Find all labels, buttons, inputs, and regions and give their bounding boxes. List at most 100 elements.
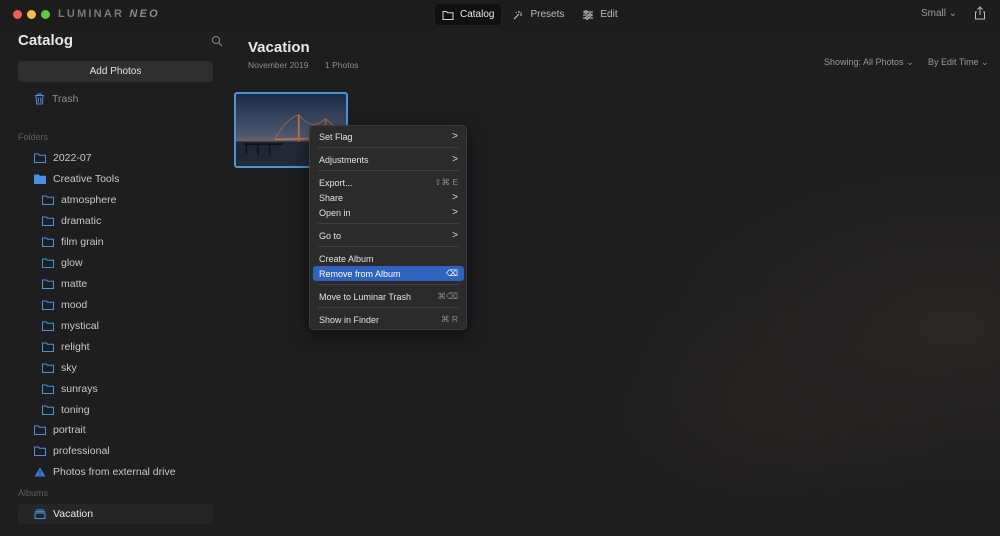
sidebar-item-label: Creative Tools (53, 173, 120, 185)
tab-catalog[interactable]: Catalog (435, 4, 502, 25)
sidebar-item-professional[interactable]: professional (34, 444, 110, 458)
tab-edit[interactable]: Edit (575, 4, 624, 25)
sidebar-item-label: professional (53, 445, 110, 457)
sidebar-item-label: mystical (61, 320, 99, 332)
folder-icon (42, 342, 54, 352)
folder-icon (42, 300, 54, 310)
chevron-right-icon: > (452, 230, 458, 241)
add-photos-button[interactable]: Add Photos (18, 61, 213, 82)
sidebar-item-relight[interactable]: relight (42, 340, 90, 354)
chevron-down-icon: ⌄ (981, 57, 989, 67)
sidebar-item-2022-07[interactable]: 2022-07 (34, 151, 92, 165)
folder-icon (42, 216, 54, 226)
sidebar-item-creative-tools[interactable]: Creative Tools (34, 172, 119, 186)
sidebar-item-label: relight (61, 341, 90, 353)
zoom-window-button[interactable] (41, 10, 50, 19)
app-logo: LUMINAR NEO (58, 8, 160, 20)
sidebar-item-external-drive[interactable]: Photos from external drive (34, 465, 176, 479)
menu-item-go-to[interactable]: Go to > (313, 228, 464, 243)
sidebar-item-vacation[interactable]: Vacation (34, 507, 93, 521)
sidebar-item-label: Trash (52, 93, 79, 105)
page-title: Vacation (248, 39, 310, 56)
sidebar-item-label: glow (61, 257, 83, 269)
folder-icon (42, 195, 54, 205)
trash-icon (35, 93, 44, 105)
folder-icon (442, 10, 454, 20)
app-window: LUMINAR NEO Catalog Presets Edit Small ⌄… (0, 0, 1000, 536)
sort-dropdown[interactable]: By Edit Time ⌄ (928, 57, 989, 68)
sidebar: Catalog Add Photos Trash Folders 2022-07… (0, 28, 230, 536)
warning-icon (34, 467, 46, 477)
sidebar-item-label: mood (61, 299, 88, 311)
menu-item-adjustments[interactable]: Adjustments > (313, 152, 464, 167)
context-menu: Set Flag > Adjustments > Export... ⇧⌘ E Sha… (309, 125, 467, 330)
menu-item-create-album[interactable]: Create Album (313, 251, 464, 266)
sliders-icon (583, 9, 594, 20)
menu-item-move-to-trash[interactable]: Move to Luminar Trash ⌘⌫ (313, 289, 464, 304)
folder-icon (34, 425, 46, 435)
albums-section-label: Albums (18, 488, 49, 498)
tab-catalog-label: Catalog (460, 9, 495, 20)
folders-section-label: Folders (18, 132, 49, 142)
sidebar-item-portrait[interactable]: portrait (34, 423, 86, 437)
sidebar-item-sky[interactable]: sky (42, 361, 77, 375)
menu-item-share[interactable]: Share > (313, 190, 464, 205)
folder-open-icon (34, 174, 46, 184)
shortcut-label: ⌘⌫ (437, 291, 458, 301)
tab-edit-label: Edit (600, 9, 618, 20)
chevron-down-icon: ⌄ (948, 8, 958, 19)
menu-item-remove-from-album[interactable]: Remove from Album ⌫ (313, 266, 464, 281)
sidebar-item-label: dramatic (61, 215, 102, 227)
menu-item-export[interactable]: Export... ⇧⌘ E (313, 175, 464, 190)
top-navigation: Catalog Presets Edit (435, 4, 625, 25)
folder-icon (42, 237, 54, 247)
sidebar-item-film-grain[interactable]: film grain (42, 235, 104, 249)
sidebar-item-matte[interactable]: matte (42, 277, 87, 291)
folder-icon (34, 153, 46, 163)
folder-icon (42, 384, 54, 394)
sidebar-item-mood[interactable]: mood (42, 298, 87, 312)
menu-item-open-in[interactable]: Open in > (313, 205, 464, 220)
sidebar-item-label: portrait (53, 424, 86, 436)
menu-separator (318, 307, 459, 308)
sidebar-item-label: film grain (61, 236, 104, 248)
close-window-button[interactable] (13, 10, 22, 19)
thumbnail-size-select[interactable]: Small ⌄ (921, 8, 957, 19)
sidebar-item-glow[interactable]: glow (42, 256, 83, 270)
delete-key-icon: ⌫ (445, 268, 458, 278)
album-icon (34, 509, 46, 519)
tab-presets[interactable]: Presets (505, 4, 571, 25)
filter-dropdown[interactable]: Showing: All Photos ⌄ (824, 57, 914, 68)
folder-icon (34, 446, 46, 456)
menu-item-set-flag[interactable]: Set Flag > (313, 129, 464, 144)
minimize-window-button[interactable] (27, 10, 36, 19)
chevron-right-icon: > (452, 192, 458, 203)
shortcut-label: ⌘ R (441, 314, 458, 324)
tab-presets-label: Presets (530, 9, 565, 20)
sidebar-item-toning[interactable]: toning (42, 403, 90, 417)
sidebar-item-sunrays[interactable]: sunrays (42, 382, 98, 396)
sidebar-item-label: sky (61, 362, 77, 374)
sidebar-item-mystical[interactable]: mystical (42, 319, 99, 333)
sidebar-item-atmosphere[interactable]: atmosphere (42, 193, 116, 207)
menu-separator (318, 246, 459, 247)
sidebar-title: Catalog (18, 32, 74, 49)
sidebar-item-label: 2022-07 (53, 152, 92, 164)
search-icon[interactable] (211, 35, 223, 47)
sidebar-item-dramatic[interactable]: dramatic (42, 214, 101, 228)
chevron-right-icon: > (452, 131, 458, 142)
sidebar-item-label: sunrays (61, 383, 98, 395)
menu-separator (318, 223, 459, 224)
folder-icon (42, 258, 54, 268)
photo-count: 1 Photos (325, 60, 359, 70)
menu-item-show-in-finder[interactable]: Show in Finder ⌘ R (313, 312, 464, 327)
menu-separator (318, 170, 459, 171)
chevron-right-icon: > (452, 207, 458, 218)
shortcut-label: ⇧⌘ E (434, 177, 458, 187)
sparkle-icon (514, 10, 523, 19)
folder-icon (42, 363, 54, 373)
sidebar-item-trash[interactable]: Trash (34, 93, 78, 105)
share-icon[interactable] (974, 6, 986, 20)
sidebar-item-label: toning (61, 404, 90, 416)
folder-icon (42, 405, 54, 415)
